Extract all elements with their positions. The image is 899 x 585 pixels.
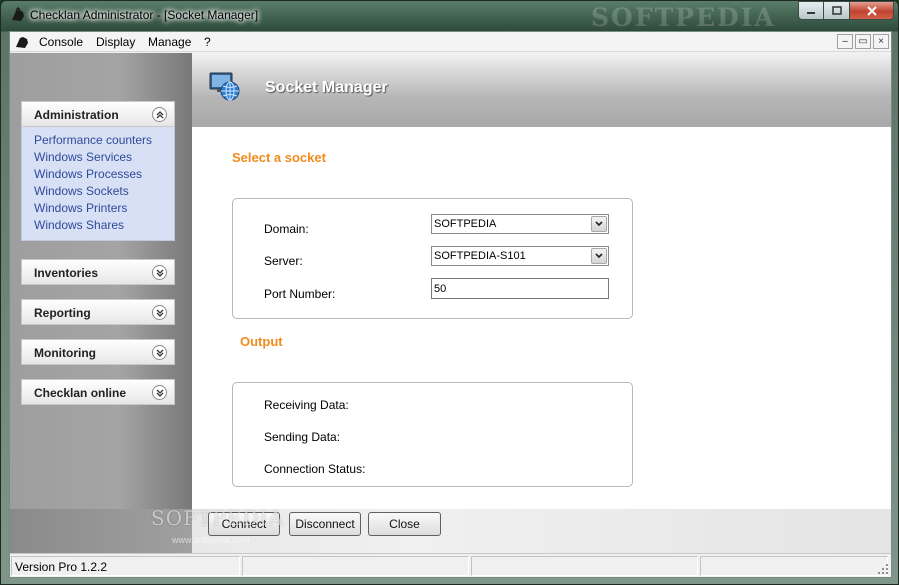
port-number-label: Port Number: (264, 287, 336, 301)
server-combobox[interactable]: SOFTPEDIA-S101 (431, 246, 609, 266)
close-icon (866, 5, 877, 16)
sidebar-group-label: Reporting (34, 306, 91, 320)
resize-grip-icon[interactable] (877, 563, 889, 575)
domain-value: SOFTPEDIA (434, 218, 497, 230)
sidebar-group-label: Administration (34, 108, 119, 122)
mdi-restore-button[interactable]: ▭ (855, 34, 871, 49)
chevron-down-icon (595, 221, 603, 227)
watermark: SOFTPEDIA (591, 3, 776, 32)
sidebar-group-label: Inventories (34, 266, 99, 280)
sidebar-group-header[interactable]: Checklan online (21, 379, 175, 405)
sidebar-group-header[interactable]: Inventories (21, 259, 175, 285)
server-label: Server: (264, 254, 303, 268)
panel-header: Socket Manager (192, 53, 891, 127)
mdi-close-button[interactable]: × (873, 34, 889, 49)
window-title: Checklan Administrator - [Socket Manager… (30, 8, 259, 22)
menu-help[interactable]: ? (204, 35, 211, 49)
receiving-data-label: Receiving Data: (264, 398, 349, 412)
menu-manage[interactable]: Manage (148, 35, 191, 49)
chevron-down-icon[interactable] (152, 265, 167, 280)
port-number-field[interactable] (432, 279, 608, 298)
watermark-url: www.softpedia.com (172, 535, 250, 545)
sidebar-item-windows-printers[interactable]: Windows Printers (34, 200, 174, 217)
port-number-input[interactable] (431, 278, 609, 299)
mdi-minimize-button[interactable]: – (837, 34, 853, 49)
chevron-down-icon[interactable] (152, 385, 167, 400)
chevron-up-icon[interactable] (152, 107, 167, 122)
sidebar-item-windows-sockets[interactable]: Windows Sockets (34, 183, 174, 200)
sidebar-group-header[interactable]: Administration (21, 101, 175, 127)
menu-display[interactable]: Display (96, 35, 135, 49)
watermark: SOFTPEDIA (151, 506, 284, 530)
sidebar-group-label: Monitoring (34, 346, 96, 360)
sidebar-group-header[interactable]: Reporting (21, 299, 175, 325)
sending-data-label: Sending Data: (264, 430, 341, 444)
output-heading: Output (240, 334, 283, 349)
menu-console[interactable]: Console (39, 35, 83, 49)
domain-label: Domain: (264, 222, 309, 236)
close-button[interactable]: Close (368, 512, 441, 536)
sidebar-group-header[interactable]: Monitoring (21, 339, 175, 365)
sidebar: Administration Performance counters Wind… (10, 53, 192, 553)
sidebar-group-inventories: Inventories (21, 259, 175, 285)
network-globe-icon (209, 72, 240, 101)
select-socket-heading: Select a socket (232, 150, 326, 165)
chevron-down-icon[interactable] (152, 305, 167, 320)
select-socket-group: Domain: SOFTPEDIA Server: SOFTPEDIA-S101… (232, 198, 633, 319)
status-panel (242, 556, 469, 576)
dropdown-button[interactable] (591, 248, 607, 264)
sidebar-item-windows-shares[interactable]: Windows Shares (34, 217, 174, 234)
sidebar-item-windows-processes[interactable]: Windows Processes (34, 166, 174, 183)
status-panel (700, 556, 888, 576)
status-panel (471, 556, 698, 576)
sidebar-group-reporting: Reporting (21, 299, 175, 325)
sidebar-item-windows-services[interactable]: Windows Services (34, 149, 174, 166)
chevron-down-icon[interactable] (152, 345, 167, 360)
status-panel-version: Version Pro 1.2.2 (11, 556, 240, 576)
sidebar-group-checklan-online: Checklan online (21, 379, 175, 405)
chevron-down-icon (595, 253, 603, 259)
client-area: Console Display Manage ? – ▭ × Administr… (9, 31, 892, 578)
status-bar: Version Pro 1.2.2 (10, 553, 891, 577)
server-value: SOFTPEDIA-S101 (434, 250, 526, 262)
dropdown-button[interactable] (591, 216, 607, 232)
maximize-icon (831, 6, 842, 15)
socket-manager-panel: Socket Manager Select a socket Domain: S… (192, 53, 891, 553)
sidebar-group-administration: Administration Performance counters Wind… (21, 101, 175, 241)
output-group: Receiving Data: Sending Data: Connection… (232, 382, 633, 487)
sidebar-group-label: Checklan online (34, 386, 127, 400)
version-text: Version Pro 1.2.2 (15, 560, 108, 574)
disconnect-button[interactable]: Disconnect (289, 512, 361, 536)
button-bar (10, 509, 891, 553)
close-window-button[interactable] (850, 1, 894, 20)
app-window: Checklan Administrator - [Socket Manager… (0, 0, 899, 585)
panel-title: Socket Manager (265, 79, 388, 96)
minimize-button[interactable] (798, 1, 824, 20)
sidebar-group-items: Performance counters Windows Services Wi… (21, 127, 175, 241)
sidebar-group-monitoring: Monitoring (21, 339, 175, 365)
menu-bar: Console Display Manage ? – ▭ × (10, 32, 891, 52)
title-bar[interactable]: Checklan Administrator - [Socket Manager… (1, 1, 898, 32)
minimize-icon (807, 11, 815, 14)
app-logo-icon (16, 37, 28, 48)
sidebar-item-performance-counters[interactable]: Performance counters (34, 132, 174, 149)
domain-combobox[interactable]: SOFTPEDIA (431, 214, 609, 234)
maximize-button[interactable] (824, 1, 850, 20)
connection-status-label: Connection Status: (264, 462, 366, 476)
app-logo-icon (12, 7, 24, 21)
